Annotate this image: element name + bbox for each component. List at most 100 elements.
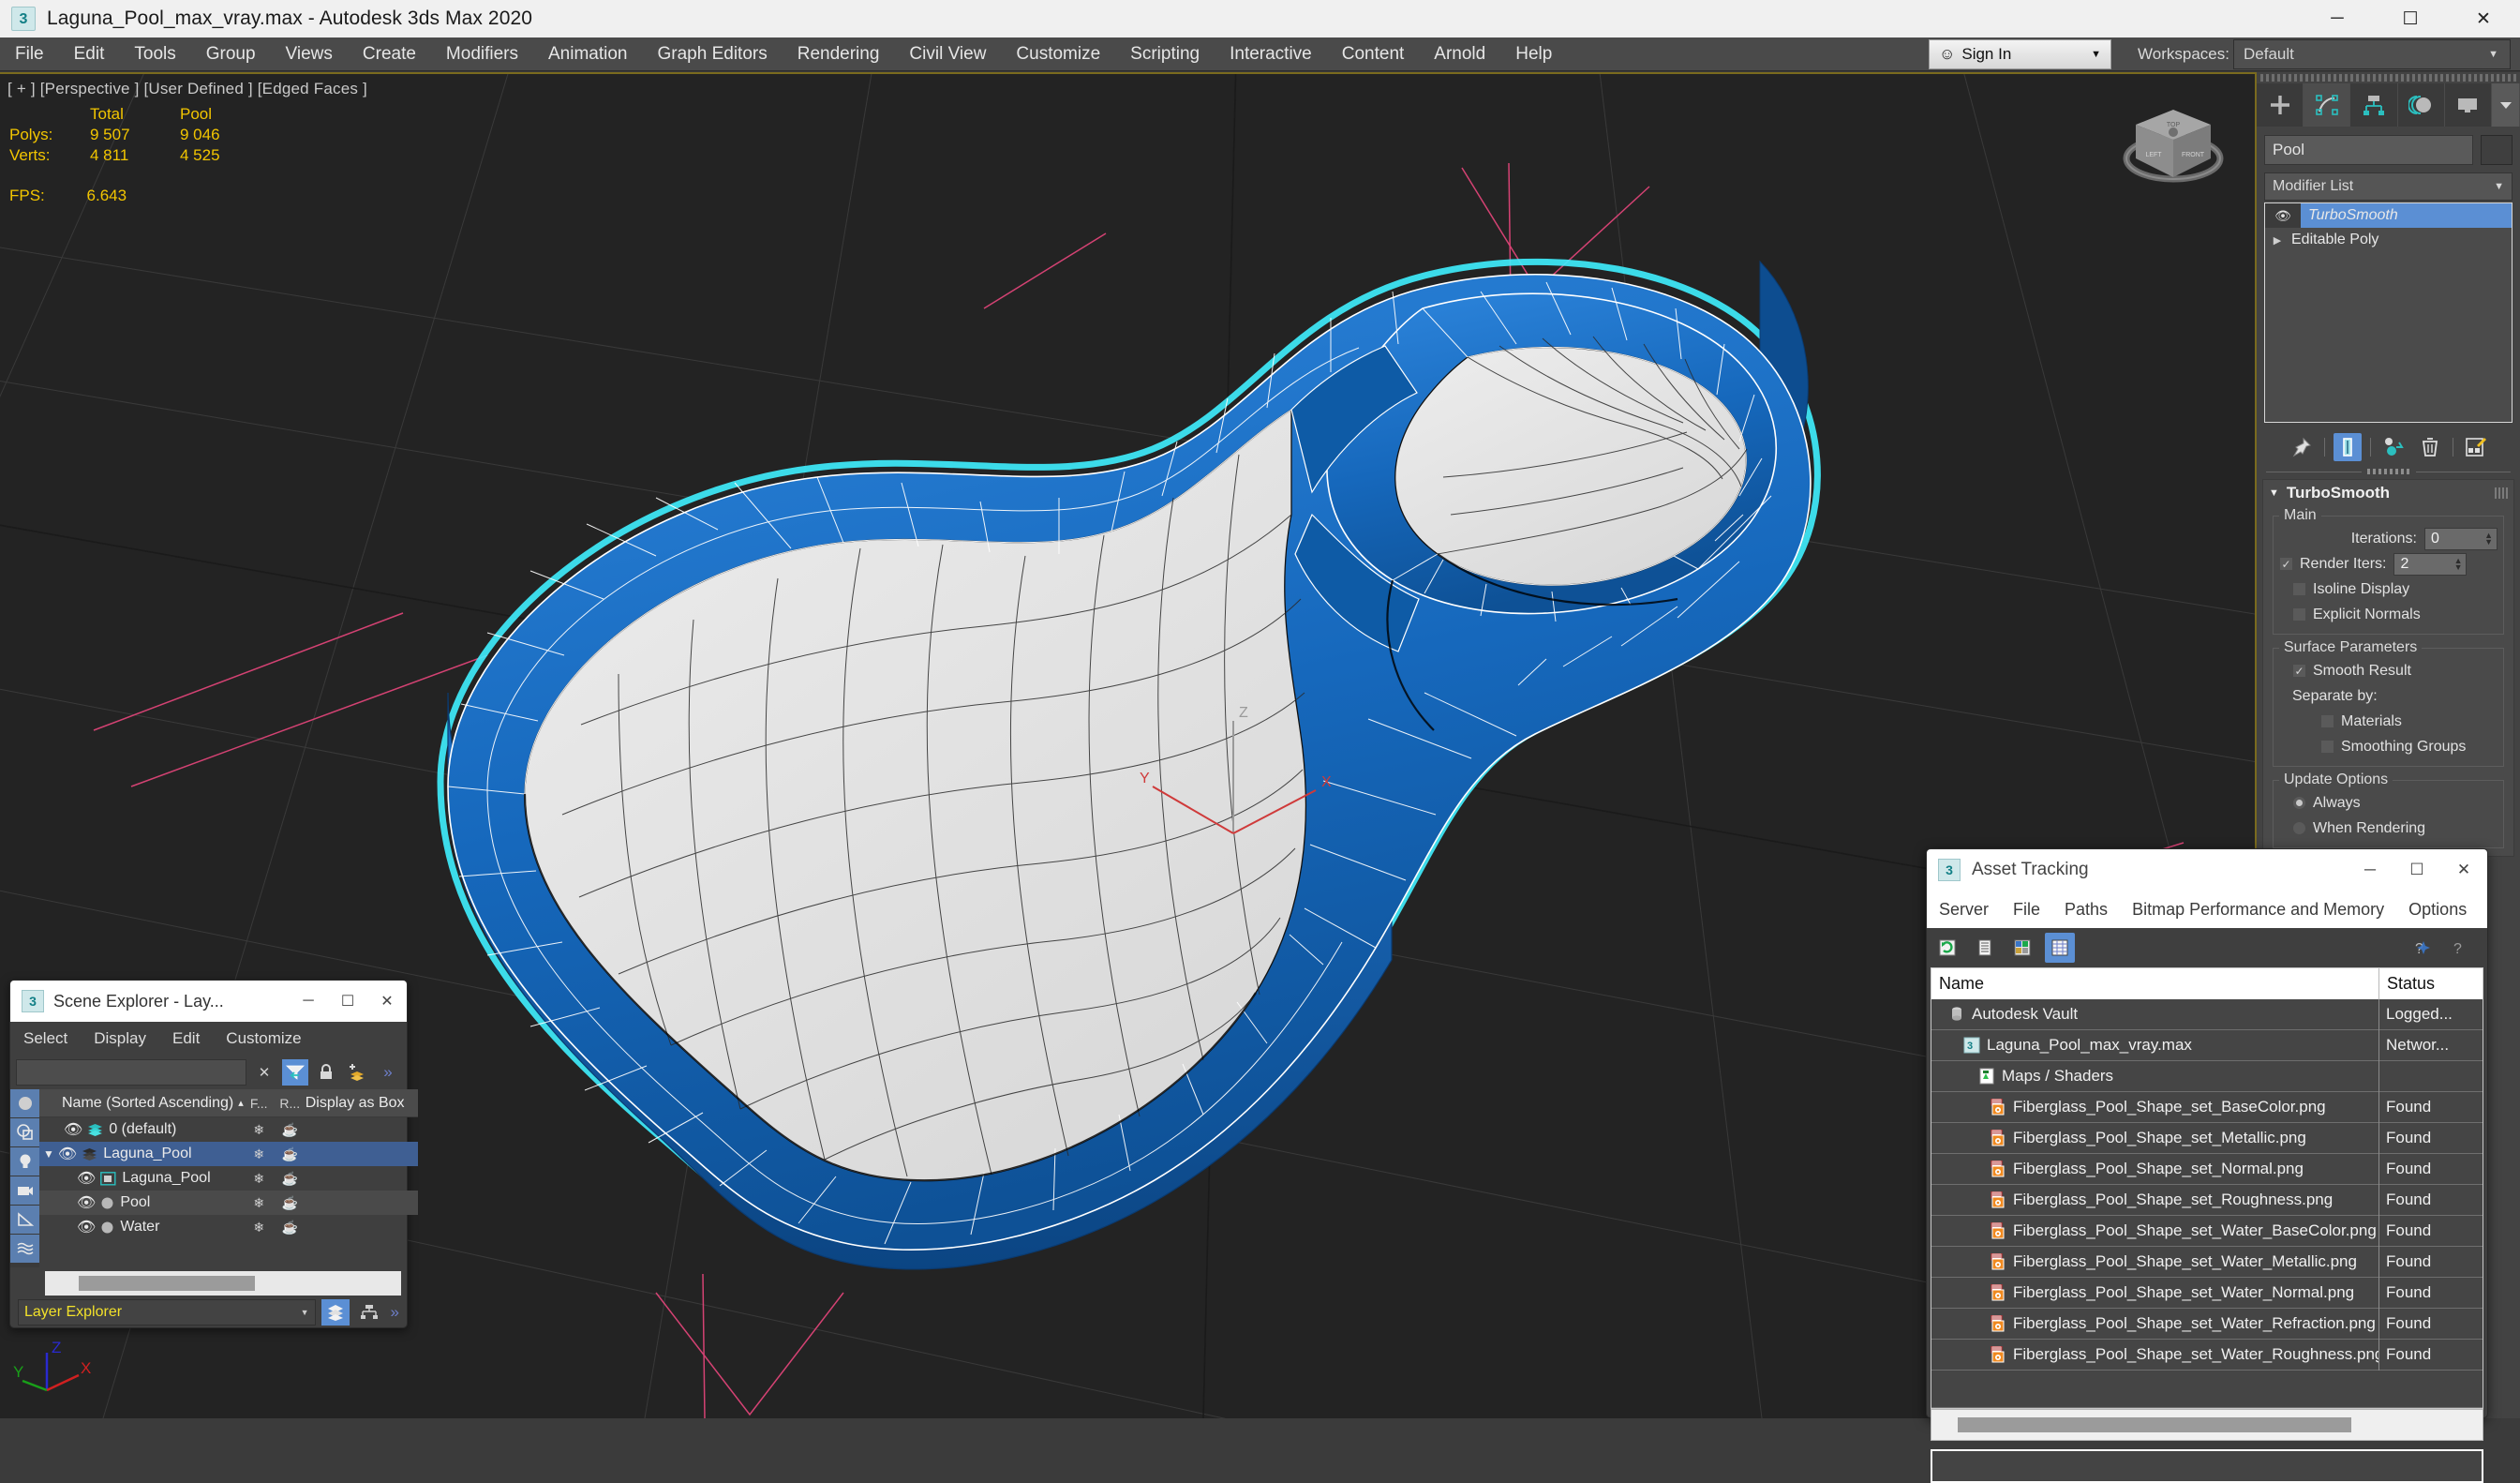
list-view-icon[interactable] — [1970, 933, 2000, 963]
expand-arrow-icon[interactable]: ▶ — [2265, 234, 2289, 247]
menu-interactive[interactable]: Interactive — [1215, 37, 1327, 71]
modifier-list-dropdown[interactable]: Modifier List ▼ — [2264, 172, 2513, 201]
iterations-spinner[interactable]: 0 ▲ ▼ — [2424, 527, 2498, 550]
column-display-as-box[interactable]: Display as Box — [306, 1095, 418, 1112]
menu-edit[interactable]: Edit — [159, 1029, 213, 1048]
viewport-label[interactable]: [ + ] [Perspective ] [User Defined ] [Ed… — [7, 80, 367, 98]
menu-views[interactable]: Views — [271, 37, 348, 71]
table-row[interactable]: Autodesk Vault Logged... — [1931, 998, 2483, 1030]
modifier-stack-item-editable-poly[interactable]: ▶ Editable Poly — [2265, 228, 2512, 252]
scene-explorer-title-bar[interactable]: 3 Scene Explorer - Lay... ─ ☐ ✕ — [10, 981, 407, 1022]
filter-spacewarps-icon[interactable] — [10, 1235, 39, 1264]
table-row[interactable]: Fiberglass_Pool_Shape_set_Water_Metallic… — [1931, 1246, 2483, 1278]
table-row[interactable]: Fiberglass_Pool_Shape_set_Water_Normal.p… — [1931, 1277, 2483, 1309]
filter-shapes-icon[interactable] — [10, 1118, 39, 1147]
table-row[interactable]: 3 Laguna_Pool_max_vray.max Networ... — [1931, 1029, 2483, 1061]
freeze-icon[interactable]: ❄ — [244, 1220, 275, 1236]
object-name-input[interactable]: Pool — [2264, 135, 2473, 165]
materials-row[interactable]: Materials — [2320, 709, 2498, 734]
eye-icon[interactable]: 👁 — [58, 1145, 77, 1163]
eye-icon[interactable]: 👁 — [77, 1218, 96, 1236]
menu-edit[interactable]: Edit — [59, 37, 120, 71]
refresh-icon[interactable] — [1932, 933, 1962, 963]
create-tab[interactable] — [2257, 83, 2304, 127]
table-row[interactable]: Fiberglass_Pool_Shape_set_Normal.png Fou… — [1931, 1153, 2483, 1185]
maximize-button[interactable]: ☐ — [2393, 849, 2440, 891]
column-status[interactable]: Status — [2379, 974, 2483, 994]
eye-icon[interactable]: 👁 — [64, 1120, 82, 1139]
table-row[interactable]: Fiberglass_Pool_Shape_set_BaseColor.png … — [1931, 1091, 2483, 1123]
hierarchy-explorer-icon[interactable] — [355, 1299, 383, 1326]
object-color-swatch[interactable] — [2481, 135, 2513, 165]
menu-file[interactable]: File — [0, 37, 59, 71]
detail-view-icon[interactable] — [2007, 933, 2037, 963]
explicit-normals-checkbox[interactable] — [2292, 607, 2306, 622]
modify-tab[interactable] — [2304, 83, 2351, 127]
menu-graph-editors[interactable]: Graph Editors — [643, 37, 783, 71]
help-new-icon[interactable]: ? — [2407, 933, 2437, 963]
freeze-icon[interactable]: ❄ — [244, 1171, 275, 1187]
smooth-result-row[interactable]: ✓ Smooth Result — [2292, 658, 2498, 683]
menu-server[interactable]: Server — [1927, 900, 2001, 920]
render-teapot-icon[interactable]: ☕ — [275, 1171, 306, 1187]
isoline-display-checkbox[interactable] — [2292, 582, 2306, 596]
maximize-button[interactable]: ☐ — [2374, 0, 2447, 37]
materials-checkbox[interactable] — [2320, 714, 2334, 728]
menu-create[interactable]: Create — [348, 37, 431, 71]
rollout-header[interactable]: ▼ TurboSmooth — [2269, 484, 2508, 502]
table-row[interactable]: Fiberglass_Pool_Shape_set_Water_Refracti… — [1931, 1308, 2483, 1340]
sign-in-button[interactable]: ☺ Sign In ▼ — [1929, 39, 2111, 69]
filter-lights-icon[interactable] — [10, 1147, 39, 1176]
eye-icon[interactable]: 👁 — [77, 1193, 96, 1212]
show-end-result-icon[interactable] — [2333, 433, 2362, 461]
menu-options[interactable]: Options — [2396, 900, 2479, 920]
list-item[interactable]: 👁 Laguna_Pool ❄ ☕ — [39, 1166, 418, 1191]
scene-explorer-list[interactable]: Name (Sorted Ascending) ▴ F... R... Disp… — [39, 1089, 418, 1267]
freeze-icon[interactable]: ❄ — [244, 1122, 275, 1138]
scene-explorer-dialog[interactable]: 3 Scene Explorer - Lay... ─ ☐ ✕ Select D… — [9, 980, 418, 1328]
scene-explorer-horizontal-scrollbar[interactable] — [45, 1271, 401, 1296]
modifier-stack-item-turbosmooth[interactable]: 👁 TurboSmooth — [2265, 203, 2512, 228]
close-button[interactable]: ✕ — [2440, 849, 2487, 891]
render-iters-checkbox[interactable]: ✓ — [2279, 557, 2293, 571]
menu-file[interactable]: File — [2001, 900, 2052, 920]
utilities-tab[interactable] — [2492, 83, 2520, 127]
asset-tracking-title-bar[interactable]: 3 Asset Tracking ─ ☐ ✕ — [1927, 849, 2487, 891]
render-teapot-icon[interactable]: ☕ — [275, 1220, 306, 1236]
display-tab[interactable] — [2444, 83, 2493, 127]
more-chevrons-icon[interactable]: » — [375, 1059, 401, 1086]
update-always-radio[interactable] — [2292, 796, 2306, 810]
menu-bitmap-performance-and-memory[interactable]: Bitmap Performance and Memory — [2120, 900, 2396, 920]
smoothing-groups-checkbox[interactable] — [2320, 740, 2334, 754]
modifier-stack[interactable]: 👁 TurboSmooth ▶ Editable Poly — [2264, 202, 2513, 423]
remove-modifier-icon[interactable] — [2416, 433, 2444, 461]
list-item[interactable]: 👁 0 (default) ❄ ☕ — [39, 1117, 418, 1142]
explorer-mode-dropdown[interactable]: Layer Explorer ▼ — [18, 1299, 316, 1326]
isoline-display-row[interactable]: Isoline Display — [2292, 577, 2498, 602]
spinner-arrows-icon[interactable]: ▲ ▼ — [2454, 556, 2463, 571]
render-teapot-icon[interactable]: ☕ — [275, 1195, 306, 1211]
column-render[interactable]: R... — [275, 1096, 306, 1111]
layer-explorer-icon[interactable] — [321, 1299, 350, 1326]
list-item[interactable]: 👁 Pool ❄ ☕ — [39, 1191, 418, 1215]
lock-icon[interactable] — [313, 1059, 339, 1086]
menu-content[interactable]: Content — [1327, 37, 1420, 71]
list-item[interactable]: ▼ 👁 Laguna_Pool ❄ ☕ — [39, 1142, 418, 1166]
asset-tracking-dialog[interactable]: 3 Asset Tracking ─ ☐ ✕ Server File Paths… — [1926, 848, 2488, 1483]
table-row[interactable]: Maps / Shaders — [1931, 1060, 2483, 1092]
filter-helpers-icon[interactable] — [10, 1206, 39, 1235]
table-row[interactable]: Fiberglass_Pool_Shape_set_Roughness.png … — [1931, 1184, 2483, 1216]
menu-paths[interactable]: Paths — [2052, 900, 2120, 920]
menu-tools[interactable]: Tools — [119, 37, 190, 71]
menu-rendering[interactable]: Rendering — [783, 37, 895, 71]
freeze-icon[interactable]: ❄ — [244, 1195, 275, 1211]
smoothing-groups-row[interactable]: Smoothing Groups — [2320, 734, 2498, 759]
menu-modifiers[interactable]: Modifiers — [431, 37, 533, 71]
filter-funnel-icon[interactable] — [282, 1059, 308, 1086]
close-button[interactable]: ✕ — [2447, 0, 2520, 37]
table-row[interactable]: Fiberglass_Pool_Shape_set_Water_BaseColo… — [1931, 1215, 2483, 1247]
search-input[interactable] — [16, 1059, 246, 1086]
scrollbar-thumb[interactable] — [79, 1276, 255, 1291]
menu-group[interactable]: Group — [191, 37, 271, 71]
close-button[interactable]: ✕ — [367, 981, 407, 1022]
